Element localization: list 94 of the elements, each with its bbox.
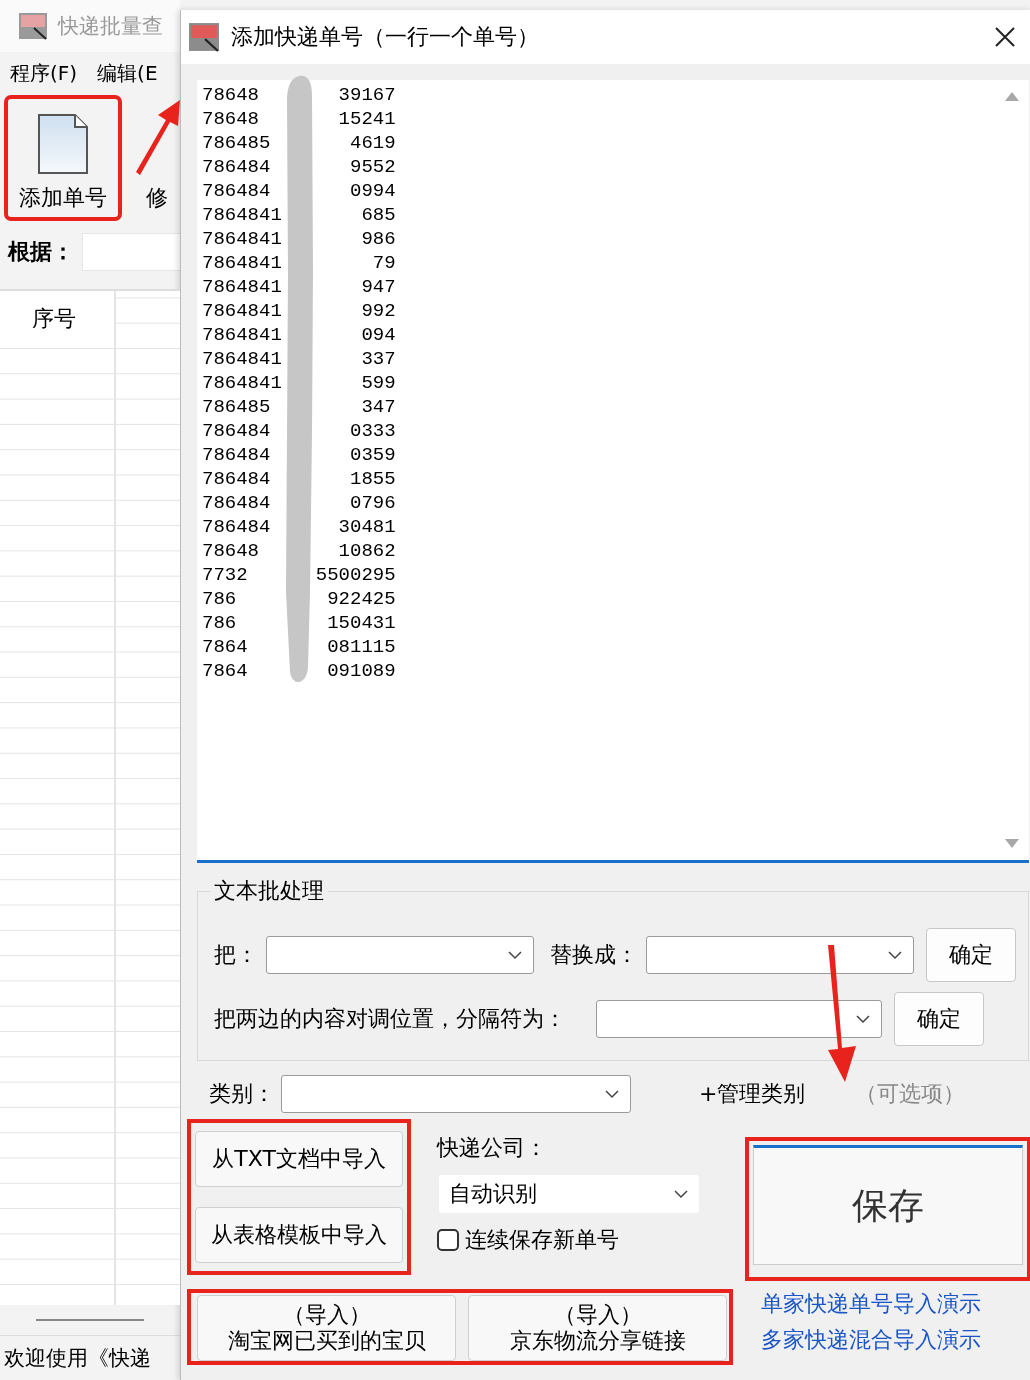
app-icon — [187, 22, 221, 52]
demo-link[interactable]: 多家快递混合导入演示 — [761, 1325, 981, 1355]
number-text: 786484 — [202, 179, 272, 203]
dropdown[interactable] — [266, 936, 534, 974]
number-text: 091089 — [326, 659, 396, 683]
scroll-down-icon[interactable] — [1004, 838, 1020, 850]
number-text: 786485 — [202, 395, 272, 419]
manage-link[interactable]: +管理类别 — [699, 1079, 806, 1109]
number-text: 786484 — [202, 491, 272, 515]
number-text: 786484 — [202, 155, 272, 179]
number-text: 081115 — [326, 635, 396, 659]
number-text: 992 — [360, 299, 396, 323]
number-text: 599 — [360, 371, 396, 395]
number-text: 947 — [360, 275, 396, 299]
import-button[interactable]: （导入） 京东物流分享链接 — [468, 1295, 727, 1361]
number-text: 7864841 — [202, 347, 282, 371]
number-text: 786 — [202, 587, 238, 611]
field-label: 把两边的内容对调位置，分隔符为： — [214, 1005, 566, 1033]
hint-text: （可选项） — [855, 1080, 966, 1108]
field-label: 替换成： — [550, 941, 638, 969]
document-icon — [37, 113, 89, 175]
number-text: 0359 — [349, 443, 396, 467]
number-text: 78648 — [202, 539, 260, 563]
number-text: 78648 — [202, 83, 260, 107]
field-label: 类别： — [209, 1080, 275, 1108]
number-text: 7864841 — [202, 323, 282, 347]
field-label: 把： — [214, 941, 258, 969]
number-text: 7864841 — [202, 299, 282, 323]
dropdown[interactable] — [646, 936, 914, 974]
chevron-down-icon — [673, 1189, 690, 1199]
number-text: 7864 — [202, 659, 249, 683]
number-text: 7864 — [202, 635, 249, 659]
number-text: 0994 — [349, 179, 396, 203]
number-text: 986 — [360, 227, 396, 251]
number-text: 786484 — [202, 467, 272, 491]
number-text: 1855 — [349, 467, 396, 491]
scroll-up-icon[interactable] — [1004, 90, 1020, 102]
courier-dropdown[interactable]: 自动识别 — [439, 1175, 700, 1213]
number-text: 7864841 — [202, 371, 282, 395]
demo-link[interactable]: 单家快递单号导入演示 — [761, 1289, 981, 1319]
number-text: 7864841 — [202, 251, 282, 275]
save-button[interactable]: 保存 — [753, 1145, 1023, 1265]
number-text: 10862 — [337, 539, 396, 563]
scrollbar[interactable] — [36, 1319, 144, 1321]
number-text: 786484 — [202, 515, 272, 539]
import-button[interactable]: 从TXT文档中导入 — [195, 1131, 404, 1187]
dropdown[interactable] — [596, 1000, 882, 1038]
field-label: 快递公司： — [437, 1134, 549, 1162]
checkbox[interactable]: 连续保存新单号 — [437, 1225, 715, 1255]
checkbox-label: 连续保存新单号 — [465, 1226, 620, 1254]
filter-label: 根据： — [8, 238, 74, 266]
number-text: 337 — [360, 347, 396, 371]
filter-field[interactable] — [82, 233, 180, 271]
number-text: 4619 — [349, 131, 396, 155]
close-icon — [994, 26, 1016, 48]
import-button[interactable]: 从表格模板中导入 — [195, 1207, 404, 1263]
number-text: 347 — [360, 395, 396, 419]
number-text: 5500295 — [315, 563, 396, 587]
number-text: 786 — [202, 611, 238, 635]
number-text: 9552 — [349, 155, 396, 179]
chevron-down-icon — [855, 1014, 871, 1024]
chevron-down-icon — [507, 950, 523, 960]
number-text: 786485 — [202, 131, 272, 155]
confirm-button[interactable]: 确定 — [894, 992, 984, 1046]
number-text: 786484 — [202, 419, 272, 443]
toolbar-button[interactable]: 添加单号 — [8, 99, 118, 217]
number-text: 7732 — [202, 563, 249, 587]
menu-item[interactable]: 程序(F) — [10, 60, 78, 87]
number-text: 78648 — [202, 107, 260, 131]
number-text: 685 — [360, 203, 396, 227]
import-button[interactable]: （导入） 淘宝网已买到的宝贝 — [197, 1295, 456, 1361]
window-title: 快递批量查 — [58, 13, 163, 40]
app-icon — [18, 12, 48, 40]
checkbox-box[interactable] — [437, 1229, 460, 1251]
chevron-down-icon — [604, 1089, 620, 1099]
number-text: 39167 — [337, 83, 396, 107]
number-text: 150431 — [326, 611, 396, 635]
toolbar-button[interactable]: 修 — [146, 179, 168, 217]
number-text: 0796 — [349, 491, 396, 515]
dialog-title: 添加快递单号（一行一个单号） — [231, 23, 540, 51]
confirm-button[interactable]: 确定 — [926, 928, 1016, 982]
number-text: 7864841 — [202, 227, 282, 251]
number-text: 094 — [360, 323, 396, 347]
number-text: 30481 — [337, 515, 396, 539]
number-text: 786484 — [202, 443, 272, 467]
chevron-down-icon — [887, 950, 903, 960]
number-text: 922425 — [326, 587, 396, 611]
number-text: 15241 — [337, 107, 396, 131]
number-text: 7864841 — [202, 275, 282, 299]
number-text: 7864841 — [202, 203, 282, 227]
number-text: 0333 — [349, 419, 396, 443]
dropdown[interactable] — [281, 1075, 631, 1113]
number-text: 79 — [371, 251, 396, 275]
menu-item[interactable]: 编辑(E — [97, 60, 158, 87]
